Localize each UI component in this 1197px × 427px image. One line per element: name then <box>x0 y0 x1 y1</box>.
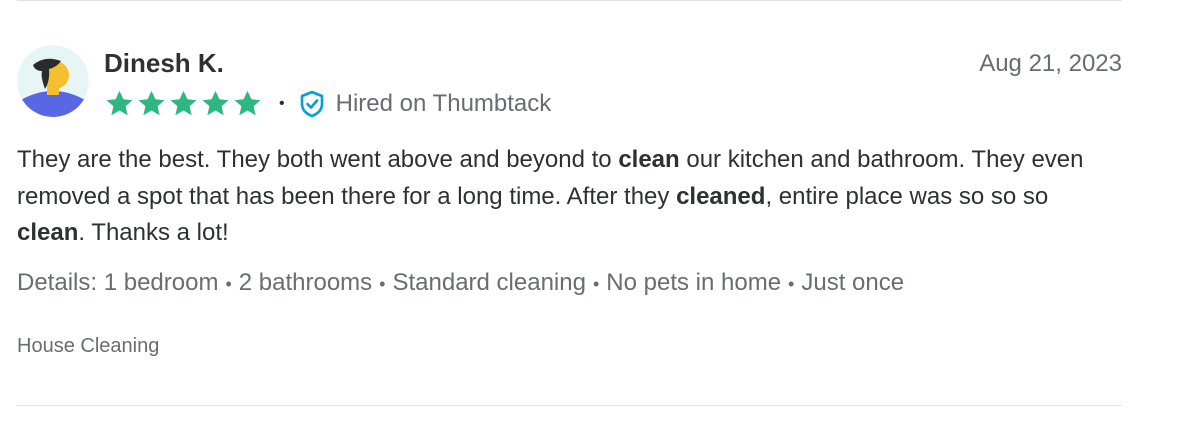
review-highlight: clean <box>17 219 79 246</box>
avatar <box>17 45 89 117</box>
details-item: Standard cleaning <box>392 269 586 296</box>
details-separator: • <box>225 274 232 294</box>
review-highlight: clean <box>618 146 680 173</box>
review-details: Details: 1 bedroom • 2 bathrooms • Standard … <box>17 266 904 301</box>
top-divider <box>17 0 1122 1</box>
star-icon <box>170 90 197 116</box>
details-item: No pets in home <box>606 269 782 296</box>
verified-shield-icon <box>300 90 323 118</box>
star-icon <box>234 90 261 116</box>
details-item: 1 bedroom <box>103 269 219 296</box>
star-rating <box>104 89 263 119</box>
details-item: Just once <box>801 269 905 296</box>
service-category: House Cleaning <box>17 335 160 357</box>
bottom-divider <box>17 405 1122 406</box>
review-date: Aug 21, 2023 <box>979 50 1122 77</box>
review-segment: . Thanks a lot! <box>78 219 229 246</box>
hired-badge-label: Hired on Thumbtack <box>335 90 552 117</box>
details-separator: • <box>379 274 386 294</box>
star-icon <box>138 90 165 116</box>
review-card: Dinesh K. Aug 21, 2023 • Hired on Thumbt… <box>0 0 1197 427</box>
separator-dot: • <box>279 95 285 112</box>
review-segment: They are the best. They both went above … <box>17 146 619 173</box>
star-icon <box>202 90 229 116</box>
details-separator: • <box>592 274 600 294</box>
star-icon <box>106 90 133 116</box>
rating-row: • Hired on Thumbtack <box>104 88 551 120</box>
details-prefix: Details: <box>17 269 98 296</box>
details-separator: • <box>788 274 795 294</box>
reviewer-name: Dinesh K. <box>104 48 224 78</box>
review-text: They are the best. They both went above … <box>17 142 1117 252</box>
review-highlight: cleaned <box>676 182 766 210</box>
details-item: 2 bathrooms <box>238 269 373 296</box>
review-segment: , entire place was so so so <box>765 182 1049 210</box>
